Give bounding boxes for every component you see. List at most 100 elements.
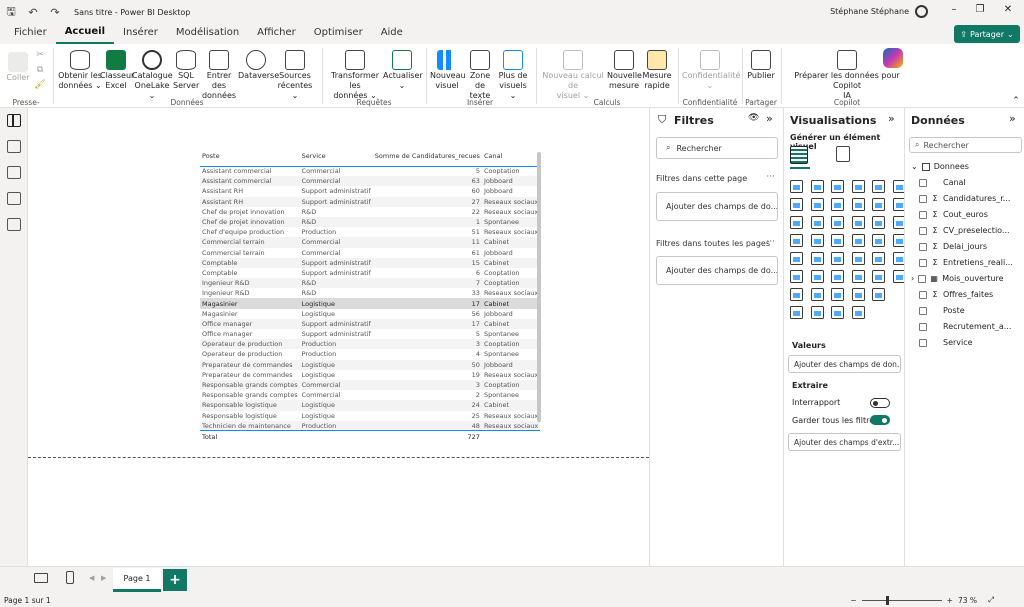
keep-filters-toggle[interactable] bbox=[870, 415, 890, 425]
clustered-bar-icon[interactable] bbox=[831, 180, 844, 193]
table-row[interactable]: Assistant commercial Commercial 5 Cooptatio… bbox=[200, 166, 540, 176]
collapse-ribbon-icon[interactable]: ⌃ bbox=[1010, 96, 1022, 106]
zoom-out-icon[interactable]: − bbox=[850, 596, 856, 605]
table-row[interactable]: Technicien de maintenance Production 48 Res… bbox=[200, 420, 541, 431]
tab-aide[interactable]: Aide bbox=[372, 24, 412, 44]
filled-map-icon[interactable] bbox=[810, 234, 824, 247]
cut-icon[interactable]: ✂ bbox=[34, 50, 46, 60]
button-slicer-icon[interactable] bbox=[810, 288, 824, 301]
field-checkbox[interactable] bbox=[919, 322, 927, 331]
table-visual[interactable]: Poste Service Somme de Candidatures_recu… bbox=[200, 150, 541, 443]
drillthrough-well[interactable]: Ajouter des champs d'extr... bbox=[788, 433, 901, 451]
copy-icon[interactable]: ⧉ bbox=[34, 65, 46, 75]
data-search-input[interactable]: ⌕ Rechercher bbox=[909, 137, 1022, 153]
column-header-candidatures[interactable]: Somme de Candidatures_recues bbox=[372, 150, 482, 167]
table-row[interactable]: Assistant commercial Commercial 63 Jobboard bbox=[200, 176, 541, 187]
more-visuals-button[interactable]: Plus de visuels ⌄ bbox=[496, 50, 530, 101]
quick-measure-button[interactable]: Mesure rapide bbox=[641, 50, 673, 91]
collapse-data-icon[interactable]: » bbox=[1009, 112, 1016, 125]
field-checkbox[interactable] bbox=[919, 290, 927, 299]
zoom-slider[interactable] bbox=[861, 595, 942, 605]
metrics-icon[interactable] bbox=[831, 288, 844, 301]
dax-query-view-icon[interactable] bbox=[7, 192, 21, 205]
desktop-layout-icon[interactable] bbox=[34, 573, 48, 583]
tmdl-view-icon[interactable] bbox=[7, 218, 21, 231]
save-icon[interactable]: 🖫 bbox=[0, 3, 22, 22]
paginated-report-icon[interactable] bbox=[872, 270, 885, 283]
field-checkbox[interactable] bbox=[919, 338, 927, 347]
map-icon[interactable] bbox=[790, 234, 803, 247]
table-row[interactable]: Assistant RH Support administratif 60 Jobbo… bbox=[200, 186, 540, 196]
field-item[interactable]: Poste bbox=[919, 306, 1023, 315]
scatter-icon[interactable] bbox=[831, 216, 844, 229]
tab-afficher[interactable]: Afficher bbox=[248, 24, 305, 44]
table-row[interactable]: Operateur de production Production 3 Coopta… bbox=[200, 339, 541, 350]
next-page-icon[interactable]: ▶ bbox=[101, 574, 106, 582]
collapse-filters-icon[interactable]: » bbox=[766, 112, 773, 125]
field-checkbox[interactable] bbox=[919, 226, 927, 235]
table-row[interactable]: Commercial terrain Commercial 61 Jobboard bbox=[200, 248, 540, 258]
field-item[interactable]: › ▦ Mois_ouverture bbox=[911, 274, 1015, 283]
card-icon[interactable] bbox=[872, 234, 885, 247]
tab-modelisation[interactable]: Modélisation bbox=[167, 24, 248, 44]
table-row[interactable]: Responsable grands comptes Commercial 3 Coo… bbox=[200, 379, 541, 391]
decomposition-tree-icon[interactable] bbox=[810, 270, 824, 283]
build-visual-icon[interactable] bbox=[790, 146, 808, 164]
onelake-catalog-button[interactable]: Catalogue OneLake ⌄ bbox=[132, 50, 173, 101]
field-item[interactable]: Service bbox=[919, 338, 1023, 347]
enter-data-button[interactable]: Entrer des données bbox=[200, 50, 238, 101]
donut-chart-icon[interactable] bbox=[872, 216, 885, 229]
table-row[interactable]: Preparateur de commandes Logistique 19 Rese… bbox=[200, 370, 540, 380]
column-header-canal[interactable]: Canal bbox=[481, 150, 541, 167]
field-checkbox[interactable] bbox=[919, 306, 927, 315]
azure-map-icon[interactable] bbox=[831, 234, 844, 247]
publish-button[interactable]: Publier bbox=[745, 50, 777, 81]
kpi-icon[interactable] bbox=[790, 252, 803, 265]
line-chart-icon[interactable] bbox=[790, 198, 803, 211]
line-clustered-icon[interactable] bbox=[872, 198, 885, 211]
table-row[interactable]: Chef de projet innovation R&D 1 Spontanee bbox=[200, 216, 541, 228]
undo-icon[interactable]: ↶ bbox=[22, 6, 44, 19]
paste-button[interactable]: Coller bbox=[4, 52, 32, 83]
field-item[interactable]: Canal bbox=[919, 178, 1023, 187]
text-slicer-icon[interactable] bbox=[851, 288, 865, 301]
column-header-service[interactable]: Service bbox=[299, 150, 373, 167]
field-checkbox[interactable] bbox=[919, 242, 927, 251]
tab-accueil[interactable]: Accueil bbox=[55, 24, 115, 44]
table-row[interactable]: Office manager Support administratif 5 Spon… bbox=[200, 329, 540, 339]
stacked-bar-icon[interactable] bbox=[790, 180, 803, 193]
collapse-visualizations-icon[interactable]: » bbox=[888, 112, 895, 125]
table-row[interactable]: Operateur de production Production 4 Sponta… bbox=[200, 349, 540, 359]
text-box-button[interactable]: Zone de texte bbox=[464, 50, 496, 101]
fit-page-icon[interactable]: ⤢ bbox=[988, 595, 994, 605]
minimize-icon[interactable]: – bbox=[946, 4, 962, 15]
table-row[interactable]: Ingenieur R&D R&D 7 Cooptation bbox=[200, 278, 541, 289]
format-painter-icon[interactable]: 🖌 bbox=[34, 80, 46, 90]
copilot-icon[interactable] bbox=[880, 48, 906, 69]
filters-search-input[interactable]: ⌕ Rechercher bbox=[656, 137, 778, 159]
obtenir-donnees-button[interactable]: Obtenir les données ⌄ bbox=[58, 50, 102, 91]
cross-report-toggle[interactable] bbox=[870, 398, 890, 408]
area-chart-icon[interactable] bbox=[810, 198, 824, 211]
avatar[interactable] bbox=[915, 5, 928, 18]
eye-icon[interactable]: 👁 bbox=[748, 113, 759, 123]
r-visual-icon[interactable] bbox=[872, 252, 885, 265]
model-view-icon[interactable] bbox=[7, 166, 21, 179]
table-row[interactable]: Chef de projet innovation R&D 22 Reseaux so… bbox=[200, 207, 540, 217]
waterfall-icon[interactable] bbox=[790, 216, 803, 229]
power-automate-icon[interactable] bbox=[790, 288, 803, 301]
new-measure-button[interactable]: Nouvelle mesure bbox=[607, 50, 642, 91]
table-view-icon[interactable] bbox=[7, 140, 21, 153]
more-options-icon[interactable]: ··· bbox=[766, 172, 775, 182]
add-page-button[interactable]: + bbox=[163, 569, 187, 591]
field-checkbox[interactable] bbox=[919, 210, 927, 219]
values-well[interactable]: Ajouter des champs de don... bbox=[788, 355, 901, 373]
zoom-in-icon[interactable]: + bbox=[947, 596, 953, 605]
table-visual-icon[interactable] bbox=[831, 252, 844, 265]
excel-workbook-button[interactable]: Classeur Excel bbox=[100, 50, 134, 91]
field-item[interactable]: Σ Candidatures_r... bbox=[919, 194, 1023, 203]
share-button[interactable]: ⇪ Partager ⌄ bbox=[954, 25, 1020, 43]
slicer-icon[interactable] bbox=[810, 252, 824, 265]
funnel-icon[interactable] bbox=[810, 216, 824, 229]
100-bar-icon[interactable] bbox=[872, 180, 885, 193]
